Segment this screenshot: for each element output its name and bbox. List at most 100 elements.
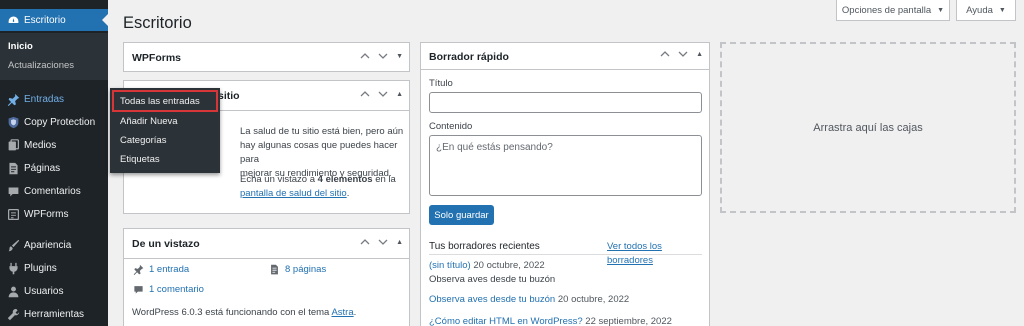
flyout-item-add-new[interactable]: Añadir Nueva	[120, 116, 178, 127]
widget-controls: ▼	[360, 51, 403, 61]
sidebar-item-comments[interactable]: Comentarios	[0, 180, 108, 202]
widget-controls: ▲	[360, 89, 403, 99]
content-label: Contenido	[429, 121, 473, 132]
glance-comments: 1 comentario	[133, 284, 204, 295]
toggle-panel-icon[interactable]: ▲	[396, 239, 403, 246]
sidebar-item-label: Entradas	[24, 93, 65, 105]
sidebar-item-label: WPForms	[24, 208, 69, 220]
sidebar-item-copy-protection[interactable]: Copy Protection	[0, 111, 108, 133]
move-up-icon[interactable]	[360, 237, 370, 247]
draft-title-link[interactable]: (sin título)	[429, 260, 471, 271]
posts-count-link[interactable]: 1 entrada	[149, 264, 189, 275]
comment-icon	[6, 184, 20, 198]
site-health-link[interactable]: pantalla de salud del sitio	[240, 188, 347, 199]
at-a-glance-widget: De un vistazo ▲ 1 entrada 8 páginas 1 co…	[123, 228, 410, 326]
draft-date: 20 octubre, 2022	[473, 260, 545, 271]
save-draft-button[interactable]: Solo guardar	[429, 205, 494, 225]
page-title: Escritorio	[123, 14, 192, 32]
items-count: 4 elementos	[317, 174, 373, 185]
pin-icon	[6, 92, 20, 106]
plugin-icon	[6, 261, 20, 275]
dashboard-icon	[6, 13, 20, 27]
widget-title: sitio	[218, 90, 240, 102]
forms-icon	[6, 207, 20, 221]
flyout-item-tags[interactable]: Etiquetas	[120, 154, 160, 165]
pages-count-link[interactable]: 8 páginas	[285, 264, 326, 275]
widget-header: De un vistazo ▲	[124, 229, 409, 259]
flyout-item-all-posts[interactable]: Todas las entradas	[120, 96, 200, 107]
wordpress-version-text: WordPress 6.0.3 está funcionando con el …	[132, 306, 408, 320]
sidebar-item-label: Apariencia	[24, 239, 72, 251]
text-fragment: WordPress 6.0.3 está funcionando con el …	[132, 307, 332, 318]
draft-title-link[interactable]: ¿Cómo editar HTML en WordPress?	[429, 316, 583, 326]
toggle-panel-icon[interactable]: ▲	[696, 51, 703, 58]
draft-content-textarea[interactable]: ¿En qué estás pensando?	[429, 135, 702, 196]
help-button[interactable]: Ayuda ▼	[956, 0, 1016, 21]
draft-title-input[interactable]	[429, 92, 702, 113]
submenu-item-home[interactable]: Inicio	[8, 41, 33, 52]
content-placeholder: ¿En qué estás pensando?	[436, 142, 553, 153]
move-down-icon[interactable]	[378, 237, 388, 247]
sidebar-item-media[interactable]: Medios	[0, 134, 108, 156]
caret-down-icon: ▼	[998, 6, 1006, 14]
text-fragment: .	[346, 188, 350, 199]
draft-excerpt: Observa aves desde tu buzón	[429, 274, 556, 285]
sidebar-item-pages[interactable]: Páginas	[0, 157, 108, 179]
pages-icon	[6, 161, 20, 175]
glance-posts: 1 entrada	[133, 264, 189, 275]
health-items-text: Echa un vistazo a 4 elementos en la pant…	[240, 173, 408, 201]
title-label: Título	[429, 78, 453, 89]
sidebar-item-label: Medios	[24, 139, 57, 151]
draft-item: (sin título) 20 octubre, 2022	[429, 259, 545, 273]
sidebar-item-dashboard[interactable]: Escritorio	[0, 9, 108, 31]
current-arrow	[102, 14, 108, 26]
toggle-panel-icon[interactable]: ▲	[396, 91, 403, 98]
glance-pages: 8 páginas	[269, 264, 326, 275]
pages-icon	[271, 264, 278, 275]
sidebar-item-tools[interactable]: Herramientas	[0, 303, 108, 325]
sidebar-item-wpforms[interactable]: WPForms	[0, 203, 108, 225]
help-label: Ayuda	[966, 4, 993, 16]
sidebar-item-label: Escritorio	[24, 14, 66, 26]
flyout-item-categories[interactable]: Categorías	[120, 135, 166, 146]
screen-options-label: Opciones de pantalla	[841, 4, 932, 16]
comment-icon	[134, 286, 143, 294]
move-up-icon[interactable]	[660, 49, 670, 59]
draft-item: ¿Cómo editar HTML en WordPress? 22 septi…	[429, 315, 672, 326]
widget-title: WPForms	[132, 52, 182, 64]
move-down-icon[interactable]	[378, 89, 388, 99]
divider	[429, 254, 702, 255]
sidebar-item-label: Plugins	[24, 262, 57, 274]
widget-title: Borrador rápido	[429, 51, 509, 63]
health-line: La salud de tu sitio está bien, pero aún	[240, 126, 404, 137]
drag-boxes-dropzone[interactable]: Arrastra aquí las cajas	[720, 42, 1016, 213]
text-fragment: .	[353, 307, 357, 318]
sidebar-item-users[interactable]: Usuarios	[0, 280, 108, 302]
move-down-icon[interactable]	[678, 49, 688, 59]
comments-count-link[interactable]: 1 comentario	[149, 284, 204, 295]
move-up-icon[interactable]	[360, 51, 370, 61]
sidebar-item-entradas[interactable]: Entradas	[0, 88, 108, 110]
admin-sidebar: Escritorio Inicio Actualizaciones Entrad…	[0, 0, 108, 326]
sidebar-item-label: Páginas	[24, 162, 61, 174]
media-icon	[6, 138, 20, 152]
draft-date: 20 octubre, 2022	[557, 294, 630, 305]
submenu-item-updates[interactable]: Actualizaciones	[8, 60, 74, 71]
text-fragment: en la	[372, 174, 396, 185]
sidebar-item-plugins[interactable]: Plugins	[0, 257, 108, 279]
sidebar-item-label: Comentarios	[24, 185, 81, 197]
widget-header: Borrador rápido ▲	[421, 43, 709, 70]
shield-icon	[6, 115, 20, 129]
move-down-icon[interactable]	[378, 51, 388, 61]
theme-link[interactable]: Astra	[331, 307, 353, 318]
screen-options-button[interactable]: Opciones de pantalla ▼	[836, 0, 950, 21]
health-line: hay algunas cosas que puedes hacer para	[240, 140, 398, 165]
sidebar-item-appearance[interactable]: Apariencia	[0, 234, 108, 256]
move-up-icon[interactable]	[360, 89, 370, 99]
pin-icon	[133, 264, 144, 275]
text-fragment: Echa un vistazo a	[240, 174, 318, 185]
widget-controls: ▲	[660, 49, 703, 59]
draft-title-link[interactable]: Observa aves desde tu buzón	[429, 294, 555, 305]
widget-controls: ▲	[360, 237, 403, 247]
toggle-panel-icon[interactable]: ▼	[396, 53, 403, 60]
